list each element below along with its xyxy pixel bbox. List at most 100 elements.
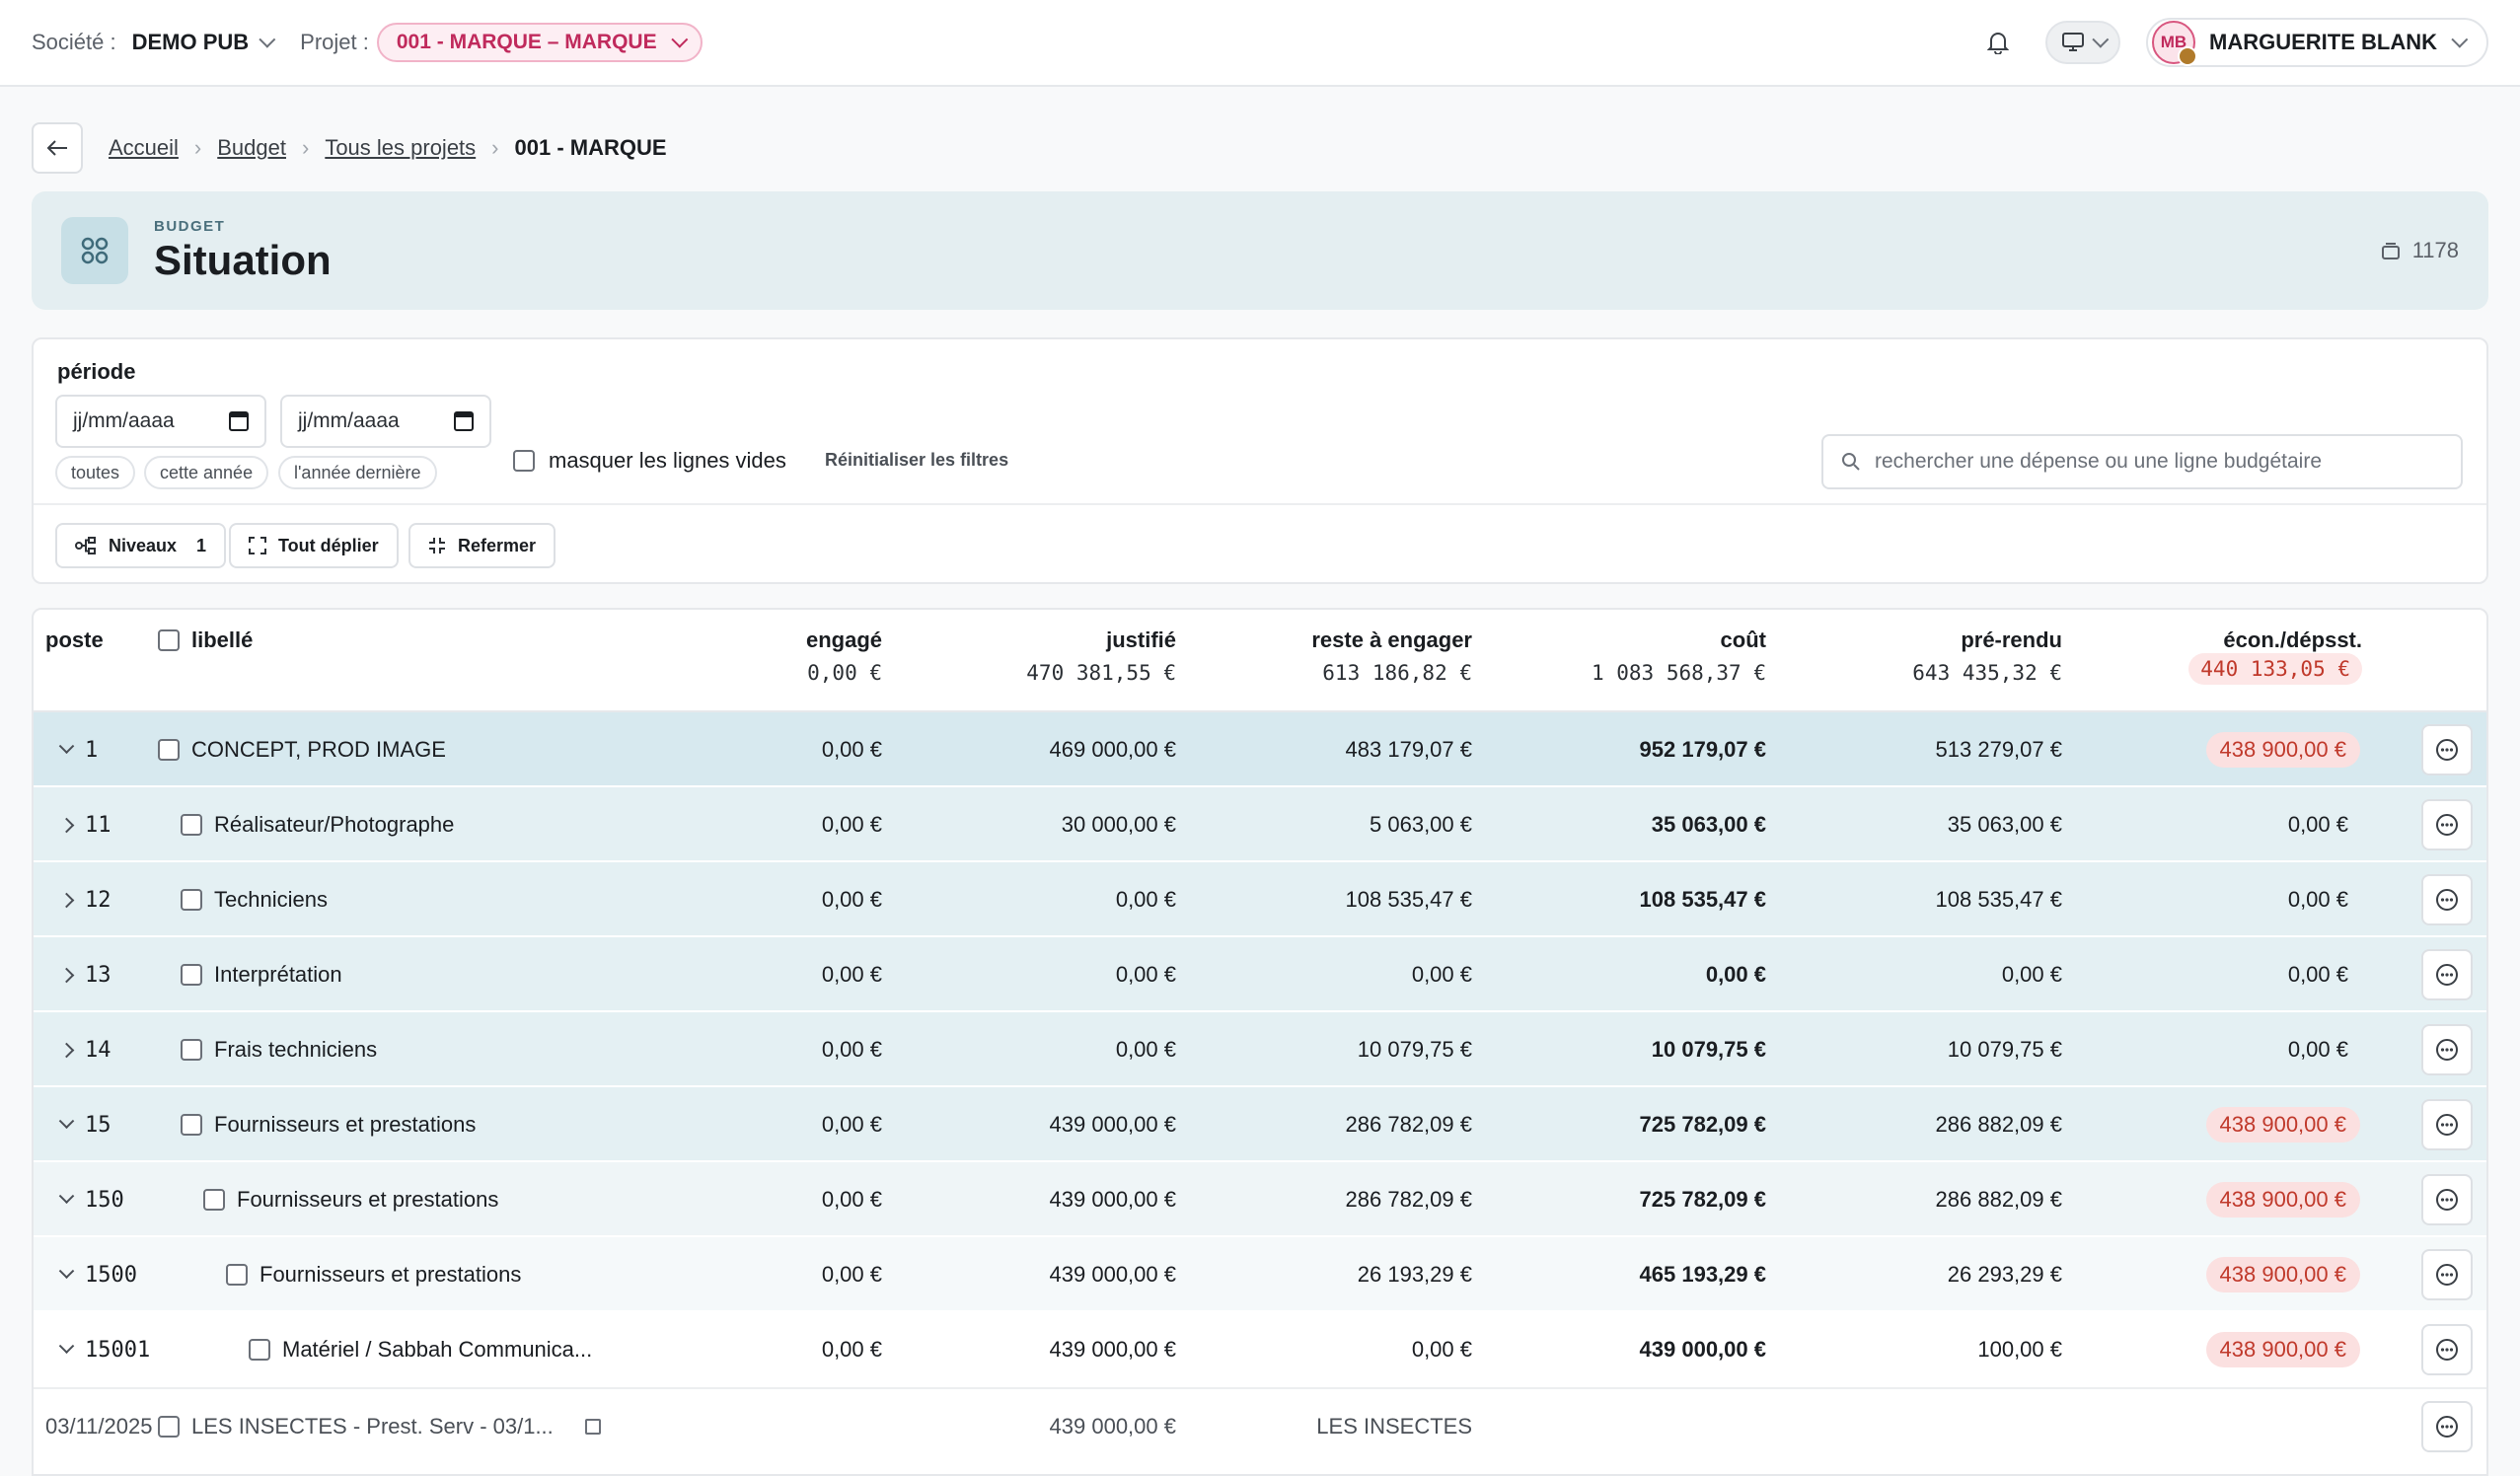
table-row[interactable]: 11 Réalisateur/Photographe 0,00 € 30 000,00… bbox=[34, 787, 2486, 862]
levels-button[interactable]: Niveaux 1 bbox=[55, 523, 227, 568]
row-engage: 0,00 € bbox=[821, 737, 882, 762]
select-all-checkbox[interactable] bbox=[158, 629, 180, 651]
more-options-icon bbox=[2435, 1113, 2459, 1137]
row-checkbox[interactable] bbox=[181, 964, 202, 986]
row-econ: 438 900,00 € bbox=[2205, 1162, 2360, 1237]
table-row[interactable]: 13 Interprétation 0,00 € 0,00 € 0,00 € 0,00 €… bbox=[34, 937, 2486, 1012]
table-row[interactable]: 1500 Fournisseurs et prestations 0,00 € 439… bbox=[34, 1237, 2486, 1312]
table-row[interactable]: 150 Fournisseurs et prestations 0,00 € 439 … bbox=[34, 1162, 2486, 1237]
col-cout[interactable]: coût bbox=[1721, 627, 1766, 653]
collapse-all-button[interactable]: Refermer bbox=[408, 523, 556, 568]
table-row[interactable]: 15001 Matériel / Sabbah Communica... 0,00 … bbox=[34, 1312, 2486, 1387]
date-to-input[interactable]: jj/mm/aaaa bbox=[280, 395, 491, 448]
col-libelle[interactable]: libellé bbox=[158, 627, 253, 653]
chevron-down-icon bbox=[259, 31, 276, 48]
col-poste[interactable]: poste bbox=[45, 627, 104, 653]
hide-empty-checkbox[interactable] bbox=[513, 450, 535, 472]
user-menu[interactable]: MB MARGUERITE BLANK bbox=[2146, 18, 2488, 67]
search-input[interactable]: rechercher une dépense ou une ligne budg… bbox=[1821, 434, 2463, 489]
reset-filters-button[interactable]: Réinitialiser les filtres bbox=[825, 450, 1008, 471]
col-engage[interactable]: engagé bbox=[806, 627, 882, 653]
table-row[interactable]: 15 Fournisseurs et prestations 0,00 € 439 0… bbox=[34, 1087, 2486, 1162]
row-label-cell: Interprétation bbox=[181, 937, 342, 1012]
row-actions-button[interactable] bbox=[2421, 724, 2473, 775]
chevron-down-icon[interactable] bbox=[53, 1087, 79, 1162]
row-prerendu: 513 279,07 € bbox=[1935, 737, 2062, 762]
hide-empty-toggle[interactable]: masquer les lignes vides bbox=[513, 448, 786, 474]
row-checkbox[interactable] bbox=[158, 739, 180, 761]
row-checkbox[interactable] bbox=[181, 889, 202, 911]
chip-this-year[interactable]: cette année bbox=[144, 456, 269, 489]
expense-actions-button[interactable] bbox=[2421, 1401, 2473, 1452]
breadcrumb-current: 001 - MARQUE bbox=[514, 135, 667, 160]
row-checkbox[interactable] bbox=[181, 1039, 202, 1061]
chevron-down-icon bbox=[2092, 31, 2110, 48]
row-checkbox[interactable] bbox=[249, 1339, 270, 1361]
chip-last-year[interactable]: l'année dernière bbox=[278, 456, 437, 489]
row-actions-button[interactable] bbox=[2421, 949, 2473, 1000]
stack-icon bbox=[2381, 243, 2400, 259]
project-selector[interactable]: 001 - MARQUE – MARQUE bbox=[376, 23, 703, 62]
breadcrumb-home-link[interactable]: Accueil bbox=[109, 135, 179, 161]
date-from-input[interactable]: jj/mm/aaaa bbox=[55, 395, 266, 448]
col-justifie[interactable]: justifié bbox=[1106, 627, 1176, 653]
row-actions-button[interactable] bbox=[2421, 1249, 2473, 1300]
chevron-down-icon[interactable] bbox=[53, 1162, 79, 1237]
row-checkbox[interactable] bbox=[181, 814, 202, 836]
display-mode-selector[interactable] bbox=[2045, 21, 2120, 64]
chevron-down-icon[interactable] bbox=[53, 712, 79, 787]
col-prerendu[interactable]: pré-rendu bbox=[1961, 627, 2062, 653]
page-eyebrow: BUDGET bbox=[154, 217, 226, 235]
row-prerendu: 286 882,09 € bbox=[1935, 1112, 2062, 1137]
row-prerendu: 26 293,29 € bbox=[1947, 1262, 2062, 1287]
row-prerendu: 108 535,47 € bbox=[1935, 887, 2062, 912]
project-label: Projet : bbox=[300, 30, 369, 54]
chevron-down-icon[interactable] bbox=[53, 1312, 79, 1387]
chevron-down-icon[interactable] bbox=[53, 1237, 79, 1312]
row-prerendu: 35 063,00 € bbox=[1947, 812, 2062, 837]
row-econ: 438 900,00 € bbox=[2205, 712, 2360, 787]
table-header: poste libellé engagé justifié reste à en… bbox=[34, 610, 2486, 712]
row-checkbox[interactable] bbox=[226, 1264, 248, 1286]
row-checkbox[interactable] bbox=[203, 1189, 225, 1211]
back-button[interactable] bbox=[32, 122, 83, 174]
row-actions-button[interactable] bbox=[2421, 1024, 2473, 1075]
row-econ: 0,00 € bbox=[2287, 1037, 2348, 1062]
table-row[interactable]: 1 CONCEPT, PROD IMAGE 0,00 € 469 000,00 € 48… bbox=[34, 712, 2486, 787]
table-row[interactable]: 14 Frais techniciens 0,00 € 0,00 € 10 079,75… bbox=[34, 1012, 2486, 1087]
row-justifie: 469 000,00 € bbox=[1049, 737, 1176, 762]
breadcrumb-budget-link[interactable]: Budget bbox=[217, 135, 286, 161]
expense-row[interactable]: 03/11/2025 LES INSECTES - Prest. Serv - 0… bbox=[34, 1387, 2486, 1462]
more-options-icon bbox=[2435, 963, 2459, 987]
row-cout: 10 079,75 € bbox=[1651, 1037, 1766, 1062]
expand-all-button[interactable]: Tout déplier bbox=[229, 523, 399, 568]
external-link-icon[interactable] bbox=[584, 1419, 601, 1435]
calendar-icon bbox=[454, 411, 474, 431]
chevron-right-icon[interactable] bbox=[53, 862, 79, 937]
row-actions-button[interactable] bbox=[2421, 1099, 2473, 1150]
expense-libelle: LES INSECTES - Prest. Serv - 03/1... bbox=[191, 1414, 554, 1439]
row-checkbox[interactable] bbox=[181, 1114, 202, 1136]
row-actions-button[interactable] bbox=[2421, 799, 2473, 850]
expense-checkbox[interactable] bbox=[158, 1416, 180, 1438]
col-reste[interactable]: reste à engager bbox=[1311, 627, 1472, 653]
row-actions-button[interactable] bbox=[2421, 874, 2473, 925]
row-reste: 483 179,07 € bbox=[1345, 737, 1472, 762]
row-actions-button[interactable] bbox=[2421, 1174, 2473, 1225]
row-econ-badge: 438 900,00 € bbox=[2205, 1257, 2360, 1292]
more-options-icon bbox=[2435, 1188, 2459, 1212]
breadcrumb-projects-link[interactable]: Tous les projets bbox=[325, 135, 476, 161]
company-selector[interactable]: DEMO PUB bbox=[132, 30, 276, 55]
filter-panel: période jj/mm/aaaa jj/mm/aaaa toutes cet… bbox=[32, 337, 2488, 584]
row-poste: 150 bbox=[85, 1187, 124, 1213]
chevron-right-icon[interactable] bbox=[53, 1012, 79, 1087]
page-header: BUDGET Situation 1178 bbox=[32, 191, 2488, 310]
col-econ[interactable]: écon./dépsst. bbox=[2223, 627, 2362, 653]
chevron-right-icon[interactable] bbox=[53, 787, 79, 862]
table-row[interactable]: 12 Techniciens 0,00 € 0,00 € 108 535,47 € 108… bbox=[34, 862, 2486, 937]
row-actions-button[interactable] bbox=[2421, 1324, 2473, 1375]
bell-icon[interactable] bbox=[1976, 21, 2020, 64]
row-libelle: CONCEPT, PROD IMAGE bbox=[191, 737, 446, 762]
chevron-right-icon[interactable] bbox=[53, 937, 79, 1012]
chip-all[interactable]: toutes bbox=[55, 456, 136, 489]
